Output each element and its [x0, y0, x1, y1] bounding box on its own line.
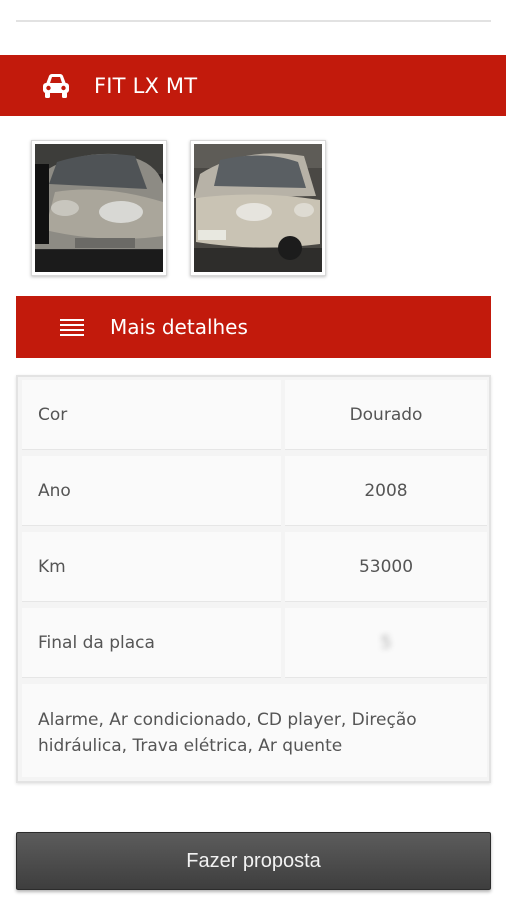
top-divider: [16, 20, 491, 22]
detail-value: 5: [285, 608, 487, 678]
table-row: Km 53000: [22, 532, 487, 602]
details-table: Cor Dourado Ano 2008 Km 53000 Final da p…: [16, 375, 491, 783]
table-row: Final da placa 5: [22, 608, 487, 678]
car-photo-2[interactable]: [190, 140, 326, 276]
photo-gallery: [31, 140, 326, 276]
details-title: Mais detalhes: [110, 315, 248, 339]
features-text: Alarme, Ar condicionado, CD player, Dire…: [22, 684, 487, 777]
vehicle-title-bar: FIT LX MT: [0, 55, 506, 116]
plate-digit: 5: [380, 632, 392, 653]
vehicle-title: FIT LX MT: [94, 73, 198, 98]
table-row: Cor Dourado: [22, 380, 487, 450]
detail-label: Cor: [22, 380, 281, 450]
detail-label: Km: [22, 532, 281, 602]
detail-value: Dourado: [285, 380, 487, 450]
detail-value: 2008: [285, 456, 487, 526]
car-icon: [40, 72, 72, 100]
table-row: Ano 2008: [22, 456, 487, 526]
detail-label: Ano: [22, 456, 281, 526]
car-photo-1[interactable]: [31, 140, 167, 276]
detail-value: 53000: [285, 532, 487, 602]
details-header: Mais detalhes: [16, 296, 491, 358]
detail-label: Final da placa: [22, 608, 281, 678]
menu-icon: [60, 318, 84, 336]
make-offer-button[interactable]: Fazer proposta: [16, 832, 491, 890]
